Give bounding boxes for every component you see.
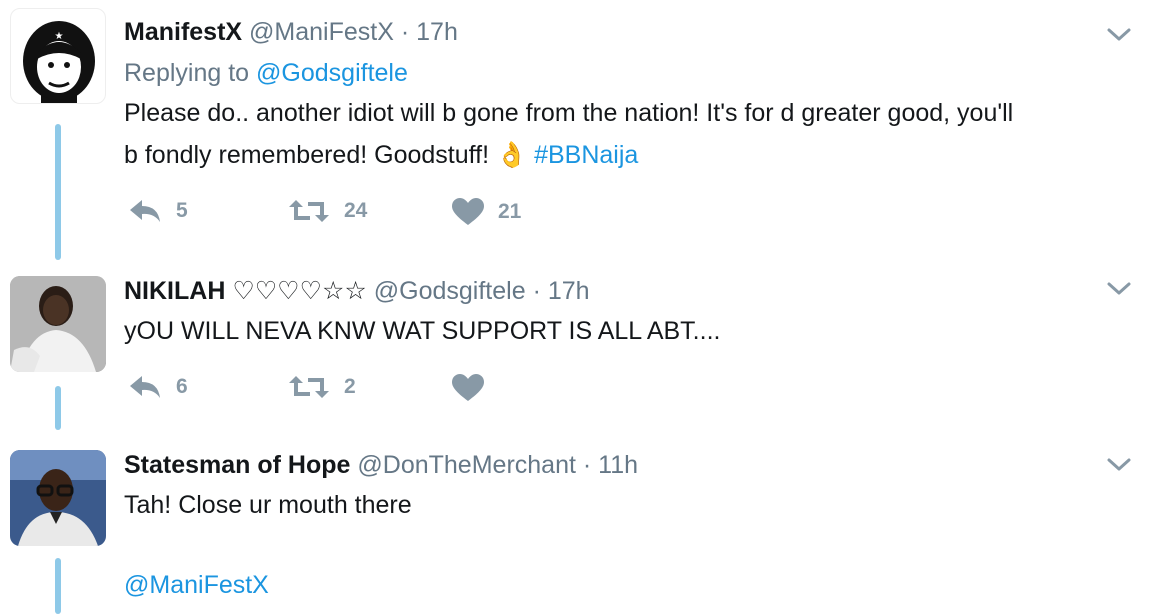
tweet-header: NIKILAH ♡♡♡♡☆☆ @Godsgiftele · 17h (124, 276, 590, 306)
mention-link[interactable]: @ManiFestX (124, 564, 1144, 606)
like-button[interactable]: 21 (452, 198, 521, 226)
reply-count: 5 (176, 199, 188, 222)
tweet-text: Tah! Close ur mouth there (124, 491, 412, 519)
retweet-count: 24 (344, 199, 368, 222)
ok-hand-emoji: 👌 (495, 141, 528, 169)
tweet-text-segment: b fondly remembered! Goodstuff! (124, 141, 490, 169)
like-count: 21 (498, 200, 522, 223)
reply-button[interactable]: 6 (128, 374, 188, 400)
display-name[interactable]: Statesman of Hope (124, 451, 350, 479)
reply-icon (130, 200, 160, 222)
thread-line (55, 124, 61, 260)
retweet-button[interactable]: 24 (288, 198, 367, 224)
reply-count: 6 (176, 375, 188, 398)
timestamp[interactable]: 17h (416, 18, 458, 46)
separator-dot: · (582, 451, 592, 479)
avatar[interactable] (10, 276, 106, 372)
user-handle[interactable]: @DonTheMerchant (357, 451, 576, 479)
reply-icon (130, 376, 160, 398)
reply-button[interactable]: 5 (128, 198, 188, 224)
display-name[interactable]: NIKILAH ♡♡♡♡☆☆ (124, 277, 367, 305)
avatar[interactable] (10, 450, 106, 546)
heart-icon (452, 198, 484, 225)
heart-icon (452, 374, 484, 401)
tweet-statesman: Statesman of Hope @DonTheMerchant · 11h … (0, 434, 1156, 614)
tweet-header: ManifestX @ManiFestX · 17h (124, 18, 458, 47)
hashtag-link[interactable]: #BBNaija (534, 141, 638, 169)
retweet-button[interactable]: 2 (288, 374, 356, 400)
retweet-count: 2 (344, 375, 356, 398)
tweet-text: yOU WILL NEVA KNW WAT SUPPORT IS ALL ABT… (124, 317, 721, 345)
chevron-down-icon[interactable] (1106, 456, 1132, 474)
reply-handle-link[interactable]: @Godsgiftele (256, 59, 408, 87)
tweet-nikilah: NIKILAH ♡♡♡♡☆☆ @Godsgiftele · 17h yOU WI… (0, 262, 1156, 434)
user-handle[interactable]: @Godsgiftele (374, 277, 526, 305)
separator-dot: · (532, 277, 541, 305)
timestamp[interactable]: 11h (598, 451, 638, 479)
tweet-text-line: Please do.. another idiot will b gone fr… (124, 99, 1014, 127)
replying-to: Replying to @Godsgiftele (124, 59, 408, 88)
user-handle[interactable]: @ManiFestX (249, 18, 394, 46)
retweet-icon (289, 376, 329, 398)
avatar[interactable]: ★ (10, 8, 106, 104)
tweet-header: Statesman of Hope @DonTheMerchant · 11h (124, 451, 638, 480)
tweet-text-line: b fondly remembered! Goodstuff! 👌 #BBNai… (124, 134, 1144, 176)
thread-line (55, 558, 61, 614)
tweet-manifestx: ★ ManifestX @ManiFestX · 17h Replying to… (0, 0, 1156, 262)
chevron-down-icon[interactable] (1106, 26, 1132, 44)
svg-text:★: ★ (55, 31, 64, 42)
like-button[interactable] (452, 374, 498, 402)
tweet-text: Please do.. another idiot will b gone fr… (124, 92, 1144, 176)
thread-line (55, 386, 61, 430)
display-name[interactable]: ManifestX (124, 18, 242, 46)
chevron-down-icon[interactable] (1106, 280, 1132, 298)
retweet-icon (289, 200, 329, 222)
replying-to-label: Replying to (124, 59, 250, 87)
separator-dot: · (400, 18, 410, 46)
timestamp[interactable]: 17h (548, 277, 590, 305)
